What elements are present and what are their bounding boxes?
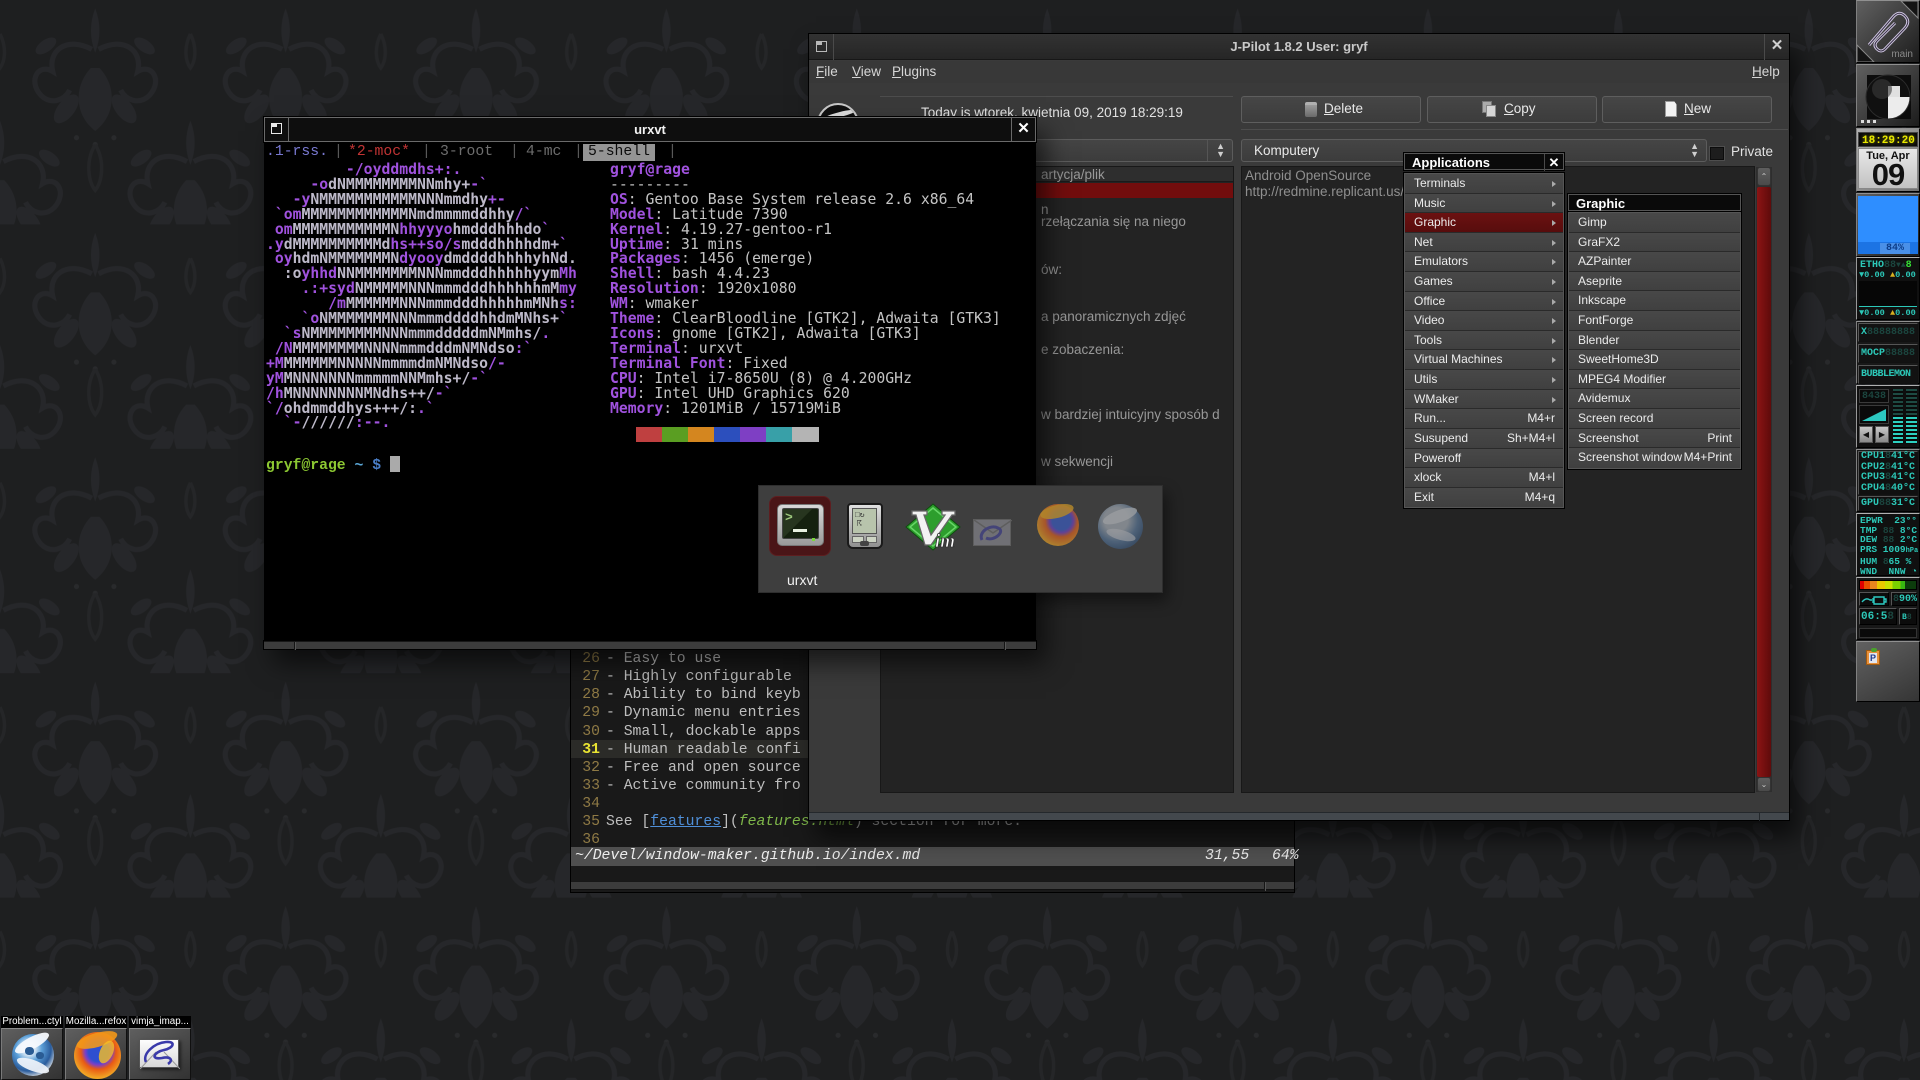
svg-text:im: im bbox=[935, 531, 955, 552]
